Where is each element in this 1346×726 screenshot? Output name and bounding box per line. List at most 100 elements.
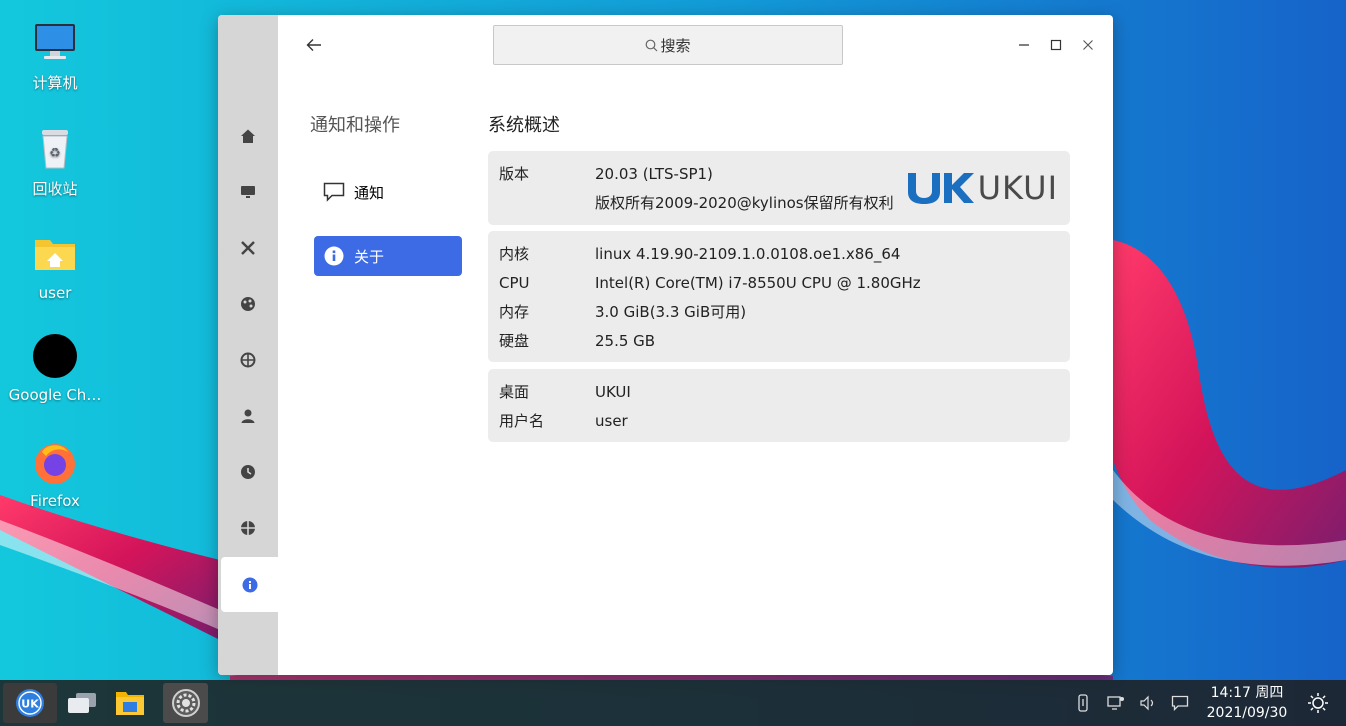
logo-text: UKUI <box>977 169 1058 207</box>
network-icon <box>240 352 256 368</box>
ukui-start-icon: UK <box>16 689 44 717</box>
file-manager-icon <box>116 692 144 715</box>
desktop-icon-label: 计算机 <box>32 74 78 92</box>
nav-item-notification[interactable]: 通知 <box>314 172 462 212</box>
nav-item-label: 通知 <box>354 183 385 202</box>
sidebar-item-devices[interactable] <box>218 228 278 268</box>
info-icon <box>242 577 257 592</box>
tray-network[interactable] <box>1106 693 1126 713</box>
back-button[interactable] <box>302 33 326 57</box>
update-icon <box>241 521 255 535</box>
search-icon <box>646 39 658 51</box>
info-key: 内存 <box>499 303 530 321</box>
info-row-username: 用户名 user <box>499 407 1059 436</box>
desktop-info-card: 桌面 UKUI 用户名 user <box>488 369 1070 442</box>
info-value: 20.03 (LTS-SP1) <box>595 165 713 183</box>
info-key: 用户名 <box>499 412 545 430</box>
settings-taskbar-button[interactable] <box>163 683 208 723</box>
sidebar-item-home[interactable] <box>218 116 278 156</box>
info-value: 3.0 GiB(3.3 GiB可用) <box>595 303 747 321</box>
info-value: Intel(R) Core(TM) i7-8550U CPU @ 1.80GHz <box>595 274 921 292</box>
desktop-icon-label: 回收站 <box>32 180 78 198</box>
sidebar-item-time[interactable] <box>218 452 278 492</box>
account-icon <box>241 409 255 423</box>
trash-icon: ♻ <box>32 126 78 172</box>
network-wired-icon <box>1107 696 1124 710</box>
gear-icon <box>171 689 200 717</box>
devices-icon <box>241 241 255 255</box>
info-value: linux 4.19.90-2109.1.0.0108.oe1.x86_64 <box>595 245 901 263</box>
desktop-icon-label: Firefox <box>30 492 80 510</box>
minimize-icon <box>1019 44 1029 46</box>
personalize-icon <box>241 297 255 311</box>
info-value: UKUI <box>595 383 631 401</box>
search-placeholder: 搜索 <box>660 36 691 55</box>
info-row-memory: 内存 3.0 GiB(3.3 GiB可用) <box>499 298 1059 327</box>
settings-window: 搜索 通知和操作 通知 关于 系统概述 版本 20.03 (LTS-SP1) 版… <box>218 15 1113 675</box>
tray-usb[interactable] <box>1073 693 1093 713</box>
desktop-icon-label: Google Ch… <box>8 386 102 404</box>
tray-notification[interactable] <box>1170 693 1190 713</box>
desktop-icon-user[interactable]: user <box>0 232 110 302</box>
display-icon <box>241 186 255 198</box>
firefox-icon <box>32 440 78 486</box>
tray-volume[interactable] <box>1138 693 1158 713</box>
info-key: 桌面 <box>499 383 530 401</box>
ukui-logo: UKUI <box>906 169 1058 207</box>
close-button[interactable] <box>1080 37 1096 53</box>
minimize-button[interactable] <box>1016 37 1032 53</box>
sidebar-item-display[interactable] <box>218 172 278 212</box>
info-key: CPU <box>499 274 530 292</box>
message-icon <box>1171 695 1189 711</box>
home-icon <box>241 129 255 143</box>
svg-text:♻: ♻ <box>49 146 61 161</box>
sidebar-item-update[interactable] <box>218 508 278 548</box>
info-value: 25.5 GB <box>595 332 656 350</box>
close-icon <box>1083 40 1093 50</box>
info-key: 内核 <box>499 245 530 263</box>
volume-icon <box>1140 695 1154 711</box>
taskbar-clock[interactable]: 14:17 周四 2021/09/30 <box>1196 683 1298 723</box>
sidebar-item-about[interactable] <box>221 557 278 612</box>
start-menu-button[interactable]: UK <box>3 683 57 723</box>
category-title: 通知和操作 <box>310 115 400 136</box>
usb-icon <box>1078 694 1088 712</box>
nav-item-about[interactable]: 关于 <box>314 236 462 276</box>
sidebar-item-network[interactable] <box>218 340 278 380</box>
content-title: 系统概述 <box>488 115 560 136</box>
clock-time: 14:17 周四 <box>1210 685 1284 701</box>
info-key: 版本 <box>499 165 530 183</box>
brightness-icon <box>1308 693 1328 713</box>
svg-text:UK: UK <box>21 698 39 711</box>
maximize-button[interactable] <box>1048 37 1064 53</box>
maximize-icon <box>1050 39 1062 51</box>
time-icon <box>241 465 255 479</box>
multitask-view-button[interactable] <box>62 683 102 723</box>
info-value: user <box>595 412 628 430</box>
copyright-text: 版权所有2009-2020@kylinos保留所有权利 <box>595 194 894 212</box>
sidebar-item-account[interactable] <box>218 396 278 436</box>
file-manager-button[interactable] <box>110 683 150 723</box>
chrome-icon <box>32 334 78 380</box>
tray-night-mode[interactable] <box>1307 692 1329 714</box>
version-card: 版本 20.03 (LTS-SP1) 版权所有2009-2020@kylinos… <box>488 151 1070 225</box>
desktop-icon-label: user <box>38 284 72 302</box>
arrow-left-icon <box>306 39 321 51</box>
desktop-icon-computer[interactable]: 计算机 <box>0 20 110 93</box>
notification-icon <box>323 182 345 202</box>
search-input[interactable]: 搜索 <box>493 25 843 65</box>
desktop-icon-trash[interactable]: ♻ 回收站 <box>0 126 110 199</box>
info-key: 硬盘 <box>499 332 530 350</box>
desktop-icon-chrome[interactable]: Google Ch… <box>0 334 110 404</box>
info-row-desktop: 桌面 UKUI <box>499 378 1059 407</box>
hardware-card: 内核 linux 4.19.90-2109.1.0.0108.oe1.x86_6… <box>488 231 1070 362</box>
sidebar-item-personalize[interactable] <box>218 284 278 324</box>
taskbar: UK 14:17 周四 2021/09/30 <box>0 680 1346 726</box>
info-row-cpu: CPU Intel(R) Core(TM) i7-8550U CPU @ 1.8… <box>499 269 1059 298</box>
nav-item-label: 关于 <box>354 247 385 266</box>
desktop-icon-firefox[interactable]: Firefox <box>0 440 110 510</box>
info-row-kernel: 内核 linux 4.19.90-2109.1.0.0108.oe1.x86_6… <box>499 240 1059 269</box>
home-folder-icon <box>32 232 78 278</box>
info-icon <box>324 246 344 266</box>
uk-logo-mark <box>907 173 974 204</box>
